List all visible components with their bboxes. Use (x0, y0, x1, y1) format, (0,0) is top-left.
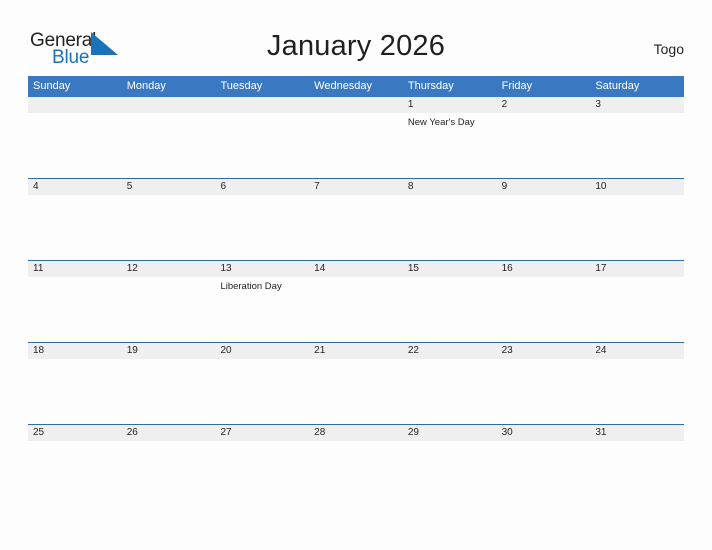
week-date-band: 11 12 13 14 15 16 17 (28, 261, 684, 277)
day-event (215, 113, 309, 177)
day-event (309, 441, 403, 505)
day-number[interactable]: 6 (215, 179, 309, 195)
day-number[interactable]: 19 (122, 343, 216, 359)
day-number[interactable]: 24 (590, 343, 684, 359)
day-event (215, 195, 309, 259)
day-number[interactable]: 14 (309, 261, 403, 277)
day-number[interactable]: 17 (590, 261, 684, 277)
day-number[interactable]: 15 (403, 261, 497, 277)
day-number[interactable]: 23 (497, 343, 591, 359)
day-number[interactable] (309, 97, 403, 113)
country-label: Togo (653, 41, 684, 57)
week-event-band: New Year's Day (28, 113, 684, 177)
page-title: January 2026 (266, 30, 446, 62)
day-number[interactable]: 1 (403, 97, 497, 113)
day-event (28, 277, 122, 341)
weekday-header-sunday: Sunday (33, 80, 71, 92)
week-date-band: 25 26 27 28 29 30 31 (28, 425, 684, 441)
day-number[interactable]: 3 (590, 97, 684, 113)
week-row: 25 26 27 28 29 30 31 (28, 424, 684, 506)
day-event: Liberation Day (220, 281, 282, 292)
day-number[interactable] (28, 97, 122, 113)
day-event (309, 359, 403, 423)
day-number[interactable]: 9 (497, 179, 591, 195)
week-row: 1 2 3 New Year's Day (28, 97, 684, 178)
day-event (403, 441, 497, 505)
calendar-page: General Blue January 2026 Togo Sunday Mo… (0, 0, 712, 550)
day-event (122, 113, 216, 177)
week-event-band (28, 441, 684, 505)
weekday-header-wednesday: Wednesday (314, 80, 373, 92)
day-event: New Year's Day (407, 117, 475, 128)
day-number[interactable]: 7 (309, 179, 403, 195)
week-date-band: 4 5 6 7 8 9 10 (28, 179, 684, 195)
day-event (309, 195, 403, 259)
day-event (215, 359, 309, 423)
day-number[interactable]: 29 (403, 425, 497, 441)
day-event (309, 277, 403, 341)
day-event (590, 113, 684, 177)
page-header: General Blue January 2026 Togo (0, 0, 712, 76)
calendar-grid: Sunday Monday Tuesday Wednesday Thursday… (28, 76, 684, 506)
day-event (309, 113, 403, 177)
weekday-header-thursday: Thursday (407, 80, 454, 92)
day-event (590, 277, 684, 341)
day-number[interactable]: 18 (28, 343, 122, 359)
day-event (122, 277, 216, 341)
day-number[interactable]: 11 (28, 261, 122, 277)
day-number[interactable]: 21 (309, 343, 403, 359)
day-event (122, 359, 216, 423)
day-event (497, 441, 591, 505)
day-number[interactable]: 20 (215, 343, 309, 359)
day-event (28, 359, 122, 423)
day-event (497, 113, 591, 177)
day-number[interactable]: 27 (215, 425, 309, 441)
day-event (28, 441, 122, 505)
day-number[interactable]: 22 (403, 343, 497, 359)
day-event (497, 277, 591, 341)
day-event (497, 195, 591, 259)
day-number[interactable] (122, 97, 216, 113)
weekday-header-saturday: Saturday (595, 80, 640, 92)
week-date-band: 18 19 20 21 22 23 24 (28, 343, 684, 359)
day-event (122, 441, 216, 505)
day-number[interactable]: 8 (403, 179, 497, 195)
weekday-header-tuesday: Tuesday (220, 80, 263, 92)
day-number[interactable]: 4 (28, 179, 122, 195)
day-number[interactable]: 31 (590, 425, 684, 441)
day-event (590, 359, 684, 423)
day-number[interactable]: 30 (497, 425, 591, 441)
day-number[interactable]: 28 (309, 425, 403, 441)
day-number[interactable]: 10 (590, 179, 684, 195)
week-row: 4 5 6 7 8 9 10 (28, 178, 684, 260)
day-event (403, 359, 497, 423)
day-event (28, 113, 122, 177)
day-number[interactable]: 2 (497, 97, 591, 113)
day-number[interactable]: 25 (28, 425, 122, 441)
day-event (122, 195, 216, 259)
weekday-header-friday: Friday (501, 80, 533, 92)
day-number[interactable]: 26 (122, 425, 216, 441)
day-number[interactable] (215, 97, 309, 113)
week-date-band: 1 2 3 (28, 97, 684, 113)
week-row: 18 19 20 21 22 23 24 (28, 342, 684, 424)
day-event (590, 195, 684, 259)
day-number[interactable]: 5 (122, 179, 216, 195)
week-row: 11 12 13 14 15 16 17 Liberation Day (28, 260, 684, 342)
day-number[interactable]: 13 (215, 261, 309, 277)
week-event-band: Liberation Day (28, 277, 684, 341)
week-event-band (28, 195, 684, 259)
day-event (403, 277, 497, 341)
day-number[interactable]: 12 (122, 261, 216, 277)
weekday-header-monday: Monday (126, 80, 166, 92)
day-event (28, 195, 122, 259)
week-event-band (28, 359, 684, 423)
day-number[interactable]: 16 (497, 261, 591, 277)
weekday-header-row: Sunday Monday Tuesday Wednesday Thursday… (28, 76, 684, 97)
day-event (590, 441, 684, 505)
day-event (215, 441, 309, 505)
day-event (497, 359, 591, 423)
day-event (403, 195, 497, 259)
